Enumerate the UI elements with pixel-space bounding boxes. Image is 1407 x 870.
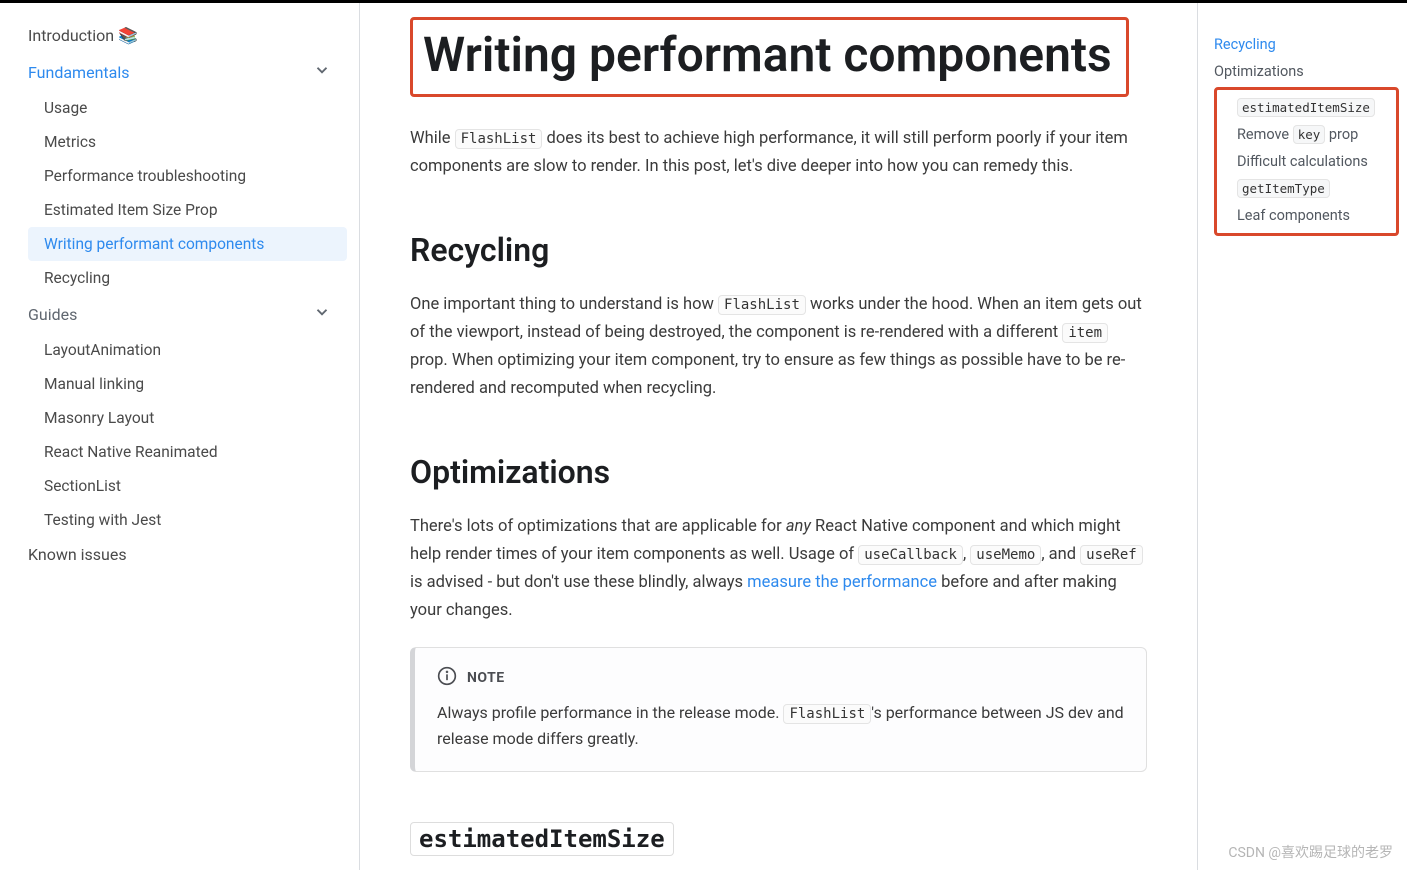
sidebar-item-performance-troubleshooting[interactable]: Performance troubleshooting — [28, 159, 347, 193]
heading-estimateditemsize: estimatedItemSize — [410, 822, 674, 856]
page-title: Writing performant components — [410, 17, 1129, 97]
sidebar-item-label: Manual linking — [44, 375, 144, 393]
main-content: Writing performant components While Flas… — [360, 3, 1197, 870]
sidebar-item-label: LayoutAnimation — [44, 341, 161, 359]
code-flashlist: FlashList — [718, 295, 806, 315]
sidebar-item-usage[interactable]: Usage — [28, 91, 347, 125]
code-getitemtype: getItemType — [1237, 179, 1330, 198]
sidebar-item-manual-linking[interactable]: Manual linking — [28, 367, 347, 401]
sidebar-item-label: Masonry Layout — [44, 409, 154, 427]
code-usememo: useMemo — [970, 545, 1041, 565]
sidebar-item-sectionlist[interactable]: SectionList — [28, 469, 347, 503]
chevron-down-icon — [313, 303, 331, 325]
code-item: item — [1062, 323, 1108, 343]
sidebar-item-recycling[interactable]: Recycling — [28, 261, 347, 295]
toc-item-remove-key-prop[interactable]: Remove key prop — [1237, 121, 1390, 148]
sidebar-item-label: Known issues — [28, 545, 127, 564]
code-flashlist: FlashList — [783, 704, 871, 724]
toc-item-estimateditemsize[interactable]: estimatedItemSize — [1237, 94, 1390, 121]
optimizations-paragraph: There's lots of optimizations that are a… — [410, 513, 1147, 625]
sidebar-item-estimated-item-size-prop[interactable]: Estimated Item Size Prop — [28, 193, 347, 227]
sidebar-item-label: Usage — [44, 99, 87, 117]
toc-item-leaf-components[interactable]: Leaf components — [1237, 202, 1390, 229]
recycling-paragraph: One important thing to understand is how… — [410, 291, 1147, 403]
sidebar-item-metrics[interactable]: Metrics — [28, 125, 347, 159]
sidebar-section-guides[interactable]: Guides — [12, 295, 347, 333]
toc-item-recycling[interactable]: Recycling — [1214, 31, 1399, 58]
intro-paragraph: While FlashList does its best to achieve… — [410, 125, 1147, 181]
note-text: Always profile performance in the releas… — [437, 700, 1124, 753]
sidebar-item-react-native-reanimated[interactable]: React Native Reanimated — [28, 435, 347, 469]
sidebar-section-label: Fundamentals — [28, 63, 130, 82]
sidebar-section-label: Guides — [28, 305, 77, 324]
sidebar-item-writing-performant-components[interactable]: Writing performant components — [28, 227, 347, 261]
sidebar-item-label: SectionList — [44, 477, 121, 495]
sidebar-item-label: Estimated Item Size Prop — [44, 201, 218, 219]
sidebar-item-introduction[interactable]: Introduction 📚 — [12, 18, 347, 53]
note-admonition: NOTE Always profile performance in the r… — [410, 647, 1147, 772]
sidebar-item-testing-with-jest[interactable]: Testing with Jest — [28, 503, 347, 537]
toc-item-optimizations[interactable]: Optimizations — [1214, 58, 1399, 85]
note-label: NOTE — [467, 670, 505, 686]
sidebar-sub-guides: LayoutAnimation Manual linking Masonry L… — [12, 333, 347, 537]
code-flashlist: FlashList — [455, 129, 543, 149]
chevron-down-icon — [313, 61, 331, 83]
link-measure-performance[interactable]: measure the performance — [747, 573, 937, 592]
sidebar-section-fundamentals[interactable]: Fundamentals — [12, 53, 347, 91]
sidebar-item-label: Performance troubleshooting — [44, 167, 246, 185]
info-icon — [437, 666, 457, 690]
code-useref: useRef — [1080, 545, 1143, 565]
heading-recycling: Recycling — [410, 231, 1147, 269]
sidebar-item-label: React Native Reanimated — [44, 443, 218, 461]
toc-item-difficult-calculations[interactable]: Difficult calculations — [1237, 148, 1390, 175]
sidebar-item-label: Metrics — [44, 133, 96, 151]
sidebar-item-label: Introduction 📚 — [28, 26, 138, 45]
sidebar-item-label: Recycling — [44, 269, 110, 287]
sidebar-item-layoutanimation[interactable]: LayoutAnimation — [28, 333, 347, 367]
heading-optimizations: Optimizations — [410, 453, 1147, 491]
toc-item-getitemtype[interactable]: getItemType — [1237, 175, 1390, 202]
sidebar-nav: Introduction 📚 Fundamentals Usage Metric… — [0, 3, 360, 870]
table-of-contents: Recycling Optimizations estimatedItemSiz… — [1197, 3, 1407, 870]
sidebar-item-label: Writing performant components — [44, 235, 264, 253]
code-estimateditemsize: estimatedItemSize — [1237, 98, 1375, 117]
sidebar-sub-fundamentals: Usage Metrics Performance troubleshootin… — [12, 91, 347, 295]
toc-highlight-box: estimatedItemSize Remove key prop Diffic… — [1214, 87, 1399, 236]
sidebar-item-masonry-layout[interactable]: Masonry Layout — [28, 401, 347, 435]
note-header: NOTE — [437, 666, 1124, 690]
code-usecallback: useCallback — [858, 545, 963, 565]
sidebar-item-known-issues[interactable]: Known issues — [12, 537, 347, 572]
code-key: key — [1293, 125, 1326, 144]
sidebar-item-label: Testing with Jest — [44, 511, 161, 529]
